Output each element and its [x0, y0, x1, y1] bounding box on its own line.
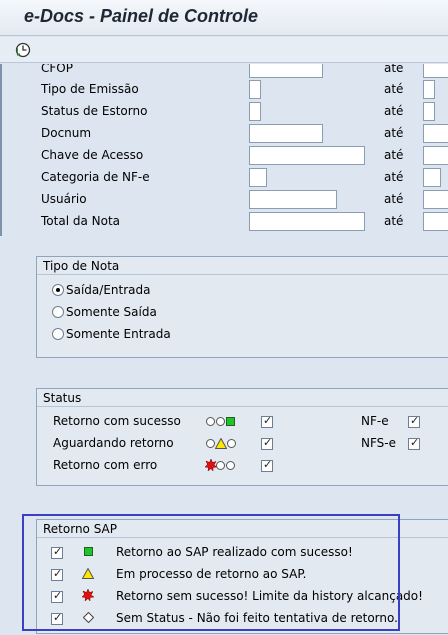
checkbox-nfe[interactable]: [408, 414, 420, 428]
cfop-from-input[interactable]: [249, 64, 323, 78]
ate-label: até: [384, 170, 404, 184]
status-label-erro: Retorno com erro: [53, 458, 158, 472]
selection-criteria-block: CFOP até Tipo de Emissão até Status de E…: [0, 64, 448, 236]
status-title: Status: [43, 391, 82, 405]
selection-screen: CFOP até Tipo de Emissão até Status de E…: [0, 64, 448, 635]
checkbox-erro[interactable]: [261, 458, 273, 472]
ate-label: até: [384, 214, 404, 228]
group-title-bar: Tipo de Nota: [37, 257, 448, 275]
row-usuario: Usuário até: [2, 189, 448, 211]
categoria-nfe-from-input[interactable]: [249, 168, 267, 187]
ate-label: até: [384, 126, 404, 140]
group-title-bar: Status: [37, 389, 448, 407]
status-label-sucesso: Retorno com sucesso: [53, 414, 181, 428]
doc-type-label: NFS-e: [361, 436, 396, 450]
usuario-from-input[interactable]: [249, 190, 337, 209]
window-title: e-Docs - Painel de Controle: [24, 6, 259, 26]
execute-clock-icon[interactable]: [14, 41, 32, 59]
title-bar: e-Docs - Painel de Controle: [0, 0, 448, 36]
row-categoria-nfe: Categoria de NF-e até: [2, 167, 448, 189]
status-group: Status Retorno com sucesso NF-e Aguardan…: [36, 388, 448, 486]
docnum-to-input[interactable]: [423, 124, 448, 143]
field-label: Tipo de Emissão: [41, 82, 139, 96]
radio-label: Saída/Entrada: [66, 283, 151, 297]
cfop-to-input[interactable]: [423, 64, 448, 78]
status-label-aguardando: Aguardando retorno: [53, 436, 174, 450]
row-docnum: Docnum até: [2, 123, 448, 145]
application-toolbar: [0, 37, 448, 63]
row-tipo-emissao: Tipo de Emissão até: [2, 79, 448, 101]
field-label: Usuário: [41, 192, 87, 206]
row-cfop: CFOP até: [2, 64, 448, 80]
ate-label: até: [384, 64, 404, 75]
ate-label: até: [384, 82, 404, 96]
red-light-icon: [205, 459, 238, 472]
field-label: Total da Nota: [41, 214, 121, 228]
field-label: Status de Estorno: [41, 104, 148, 118]
row-chave-acesso: Chave de Acesso até: [2, 145, 448, 167]
row-status-estorno: Status de Estorno até: [2, 101, 448, 123]
row-total-nota: Total da Nota até: [2, 211, 448, 233]
docnum-from-input[interactable]: [249, 124, 323, 143]
tipo-emissao-from-input[interactable]: [249, 80, 261, 99]
ate-label: até: [384, 148, 404, 162]
checkbox-sucesso[interactable]: [261, 414, 273, 428]
highlight-frame: [22, 514, 400, 631]
field-label: Categoria de NF-e: [41, 170, 150, 184]
doc-type-label: NF-e: [361, 414, 389, 428]
tipo-emissao-to-input[interactable]: [423, 80, 435, 99]
status-estorno-to-input[interactable]: [423, 102, 435, 121]
field-label: Chave de Acesso: [41, 148, 144, 162]
ate-label: até: [384, 192, 404, 206]
total-nota-to-input[interactable]: [423, 212, 448, 231]
chave-acesso-to-input[interactable]: [423, 146, 448, 165]
radio-button[interactable]: [52, 328, 64, 340]
field-label: Docnum: [41, 126, 92, 140]
tipo-nota-group: Tipo de Nota Saída/Entrada Somente Saída…: [36, 256, 448, 358]
green-light-icon: [206, 416, 238, 428]
radio-label: Somente Entrada: [66, 327, 171, 341]
chave-acesso-from-input[interactable]: [249, 146, 365, 165]
radio-button[interactable]: [52, 306, 64, 318]
checkbox-nfse[interactable]: [408, 436, 420, 450]
total-nota-from-input[interactable]: [249, 212, 365, 231]
tipo-nota-title: Tipo de Nota: [43, 259, 120, 273]
categoria-nfe-to-input[interactable]: [423, 168, 441, 187]
field-label: CFOP: [41, 64, 73, 75]
usuario-to-input[interactable]: [423, 190, 448, 209]
ate-label: até: [384, 104, 404, 118]
status-estorno-from-input[interactable]: [249, 102, 261, 121]
radio-label: Somente Saída: [66, 305, 157, 319]
yellow-light-icon: [206, 438, 238, 450]
checkbox-aguardando[interactable]: [261, 436, 273, 450]
radio-button[interactable]: [52, 284, 64, 296]
